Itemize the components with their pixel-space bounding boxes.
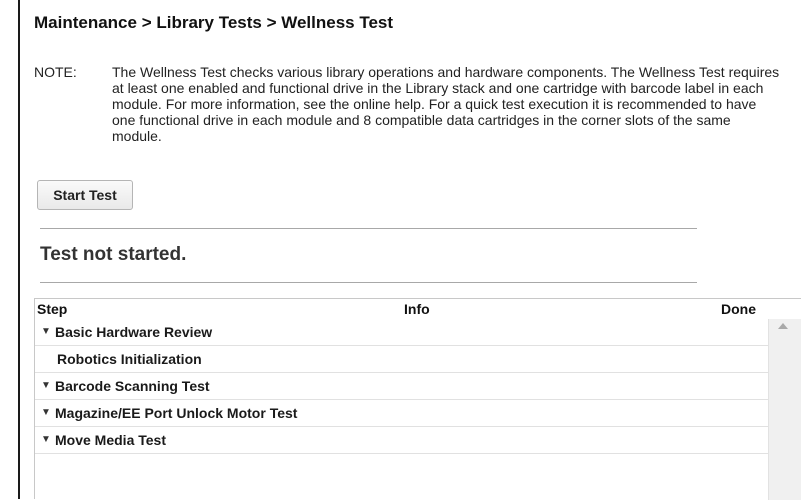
step-label: Basic Hardware Review — [55, 324, 213, 340]
step-label: Barcode Scanning Test — [55, 378, 210, 394]
scroll-up-arrow-icon[interactable] — [778, 323, 788, 329]
test-status-text: Test not started. — [40, 244, 187, 265]
note-text: The Wellness Test checks various library… — [112, 64, 780, 144]
table-row-robotics-initialization[interactable]: Robotics Initialization — [35, 346, 770, 373]
step-label: Robotics Initialization — [57, 351, 202, 367]
content-panel: Maintenance > Library Tests > Wellness T… — [18, 0, 801, 500]
test-steps-table: Step Info Done ▼ Basic Hardware Review R… — [34, 298, 801, 500]
expand-triangle-icon[interactable]: ▼ — [41, 407, 51, 418]
step-label: Move Media Test — [55, 432, 166, 448]
divider-top — [40, 228, 697, 229]
start-test-button[interactable]: Start Test — [37, 180, 133, 210]
step-label: Magazine/EE Port Unlock Motor Test — [55, 405, 298, 421]
table-row-magazine-port-unlock-test[interactable]: ▼ Magazine/EE Port Unlock Motor Test — [35, 400, 770, 427]
expand-triangle-icon[interactable]: ▼ — [41, 326, 51, 337]
table-body: ▼ Basic Hardware Review Robotics Initial… — [35, 319, 770, 454]
column-header-done[interactable]: Done — [721, 301, 756, 317]
table-row-basic-hardware-review[interactable]: ▼ Basic Hardware Review — [35, 319, 770, 346]
expand-triangle-icon[interactable]: ▼ — [41, 380, 51, 391]
table-header: Step Info Done — [35, 299, 801, 319]
vertical-scrollbar[interactable] — [768, 319, 801, 500]
column-header-info[interactable]: Info — [404, 301, 430, 317]
breadcrumb: Maintenance > Library Tests > Wellness T… — [34, 13, 394, 32]
note-label: NOTE: — [34, 64, 77, 80]
divider-bottom — [40, 282, 697, 283]
column-header-step[interactable]: Step — [37, 301, 67, 317]
table-row-barcode-scanning-test[interactable]: ▼ Barcode Scanning Test — [35, 373, 770, 400]
expand-triangle-icon[interactable]: ▼ — [41, 434, 51, 445]
table-row-move-media-test[interactable]: ▼ Move Media Test — [35, 427, 770, 454]
